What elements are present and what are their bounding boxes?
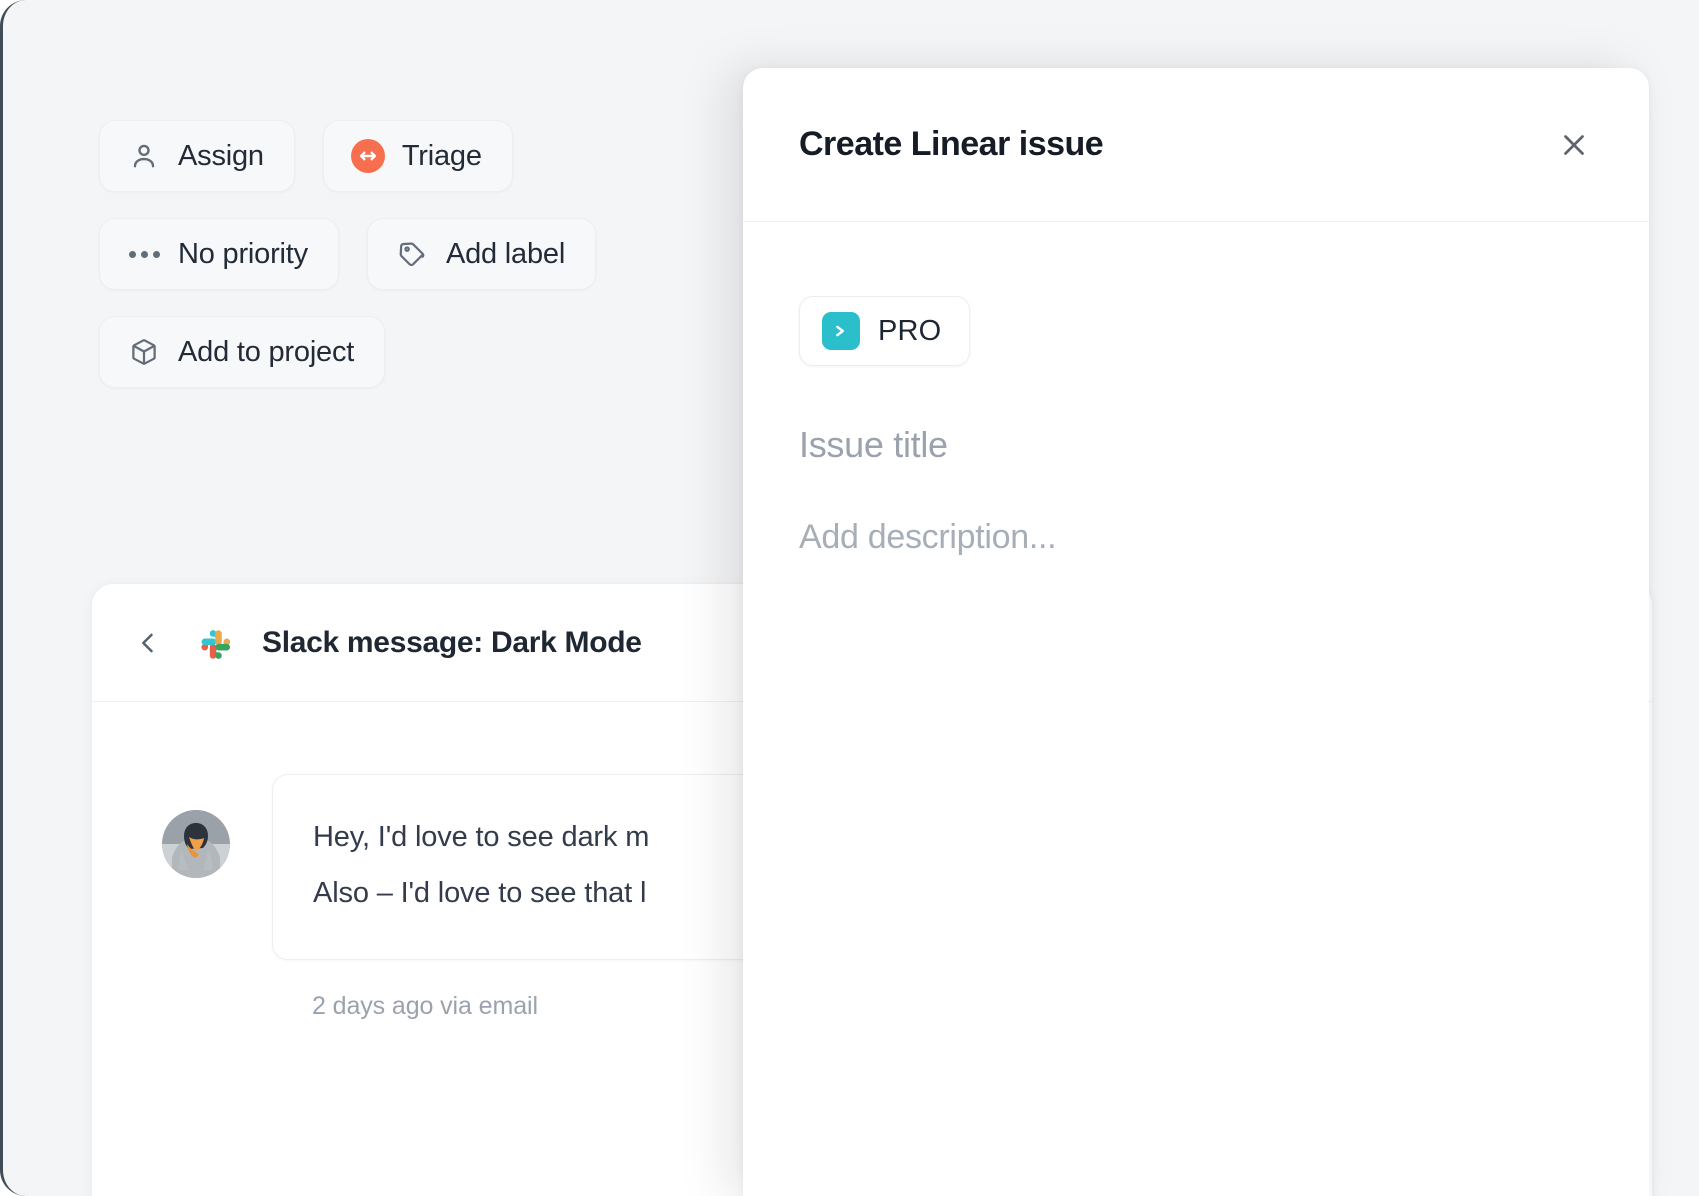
close-icon[interactable]	[1551, 122, 1597, 168]
issue-description-input[interactable]: Add description...	[799, 518, 1593, 557]
slack-logo-icon	[192, 621, 236, 665]
box-icon	[128, 336, 160, 368]
terminal-chevron-icon	[822, 312, 860, 350]
triage-icon	[350, 139, 385, 173]
triage-button-label: Triage	[401, 139, 482, 172]
add-label-button-label: Add label	[445, 237, 566, 270]
issue-title-input[interactable]: Issue title	[799, 424, 1593, 466]
add-to-project-button[interactable]: Add to project	[99, 316, 386, 388]
team-selector-label: PRO	[878, 314, 942, 347]
action-row: Add to project	[99, 316, 719, 388]
app-frame: Assign Triage No priority Add label Add …	[0, 0, 1699, 1196]
assign-button-label: Assign	[178, 139, 264, 172]
tag-icon	[396, 238, 428, 270]
dots-icon	[128, 238, 160, 270]
chevron-left-icon[interactable]	[130, 625, 166, 661]
slack-card-title: Slack message: Dark Mode	[262, 625, 642, 659]
add-label-button[interactable]: Add label	[366, 218, 597, 290]
create-linear-issue-modal: Create Linear issue PRO Issue title Add …	[743, 68, 1649, 1196]
page-title: Create Linear issue	[799, 125, 1104, 163]
avatar	[162, 810, 230, 878]
issue-actions-panel: Assign Triage No priority Add label Add …	[99, 120, 719, 414]
person-icon	[128, 140, 160, 172]
action-row: Assign Triage	[99, 120, 719, 192]
add-to-project-button-label: Add to project	[178, 335, 355, 368]
modal-body: PRO Issue title Add description...	[743, 222, 1649, 557]
triage-button[interactable]: Triage	[322, 120, 513, 192]
team-selector-button[interactable]: PRO	[799, 296, 971, 366]
action-row: No priority Add label	[99, 218, 719, 290]
modal-header: Create Linear issue	[743, 68, 1649, 222]
priority-button-label: No priority	[178, 237, 308, 270]
assign-button[interactable]: Assign	[99, 120, 295, 192]
priority-button[interactable]: No priority	[99, 218, 339, 290]
